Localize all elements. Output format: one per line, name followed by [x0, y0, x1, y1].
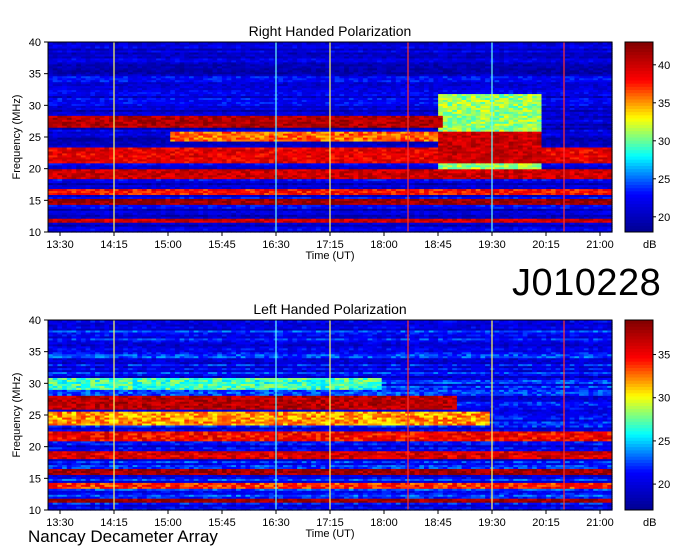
- panel-title: Right Handed Polarization: [249, 23, 412, 39]
- spectrogram-panel-1: Right Handed Polarization101520253035401…: [11, 23, 670, 262]
